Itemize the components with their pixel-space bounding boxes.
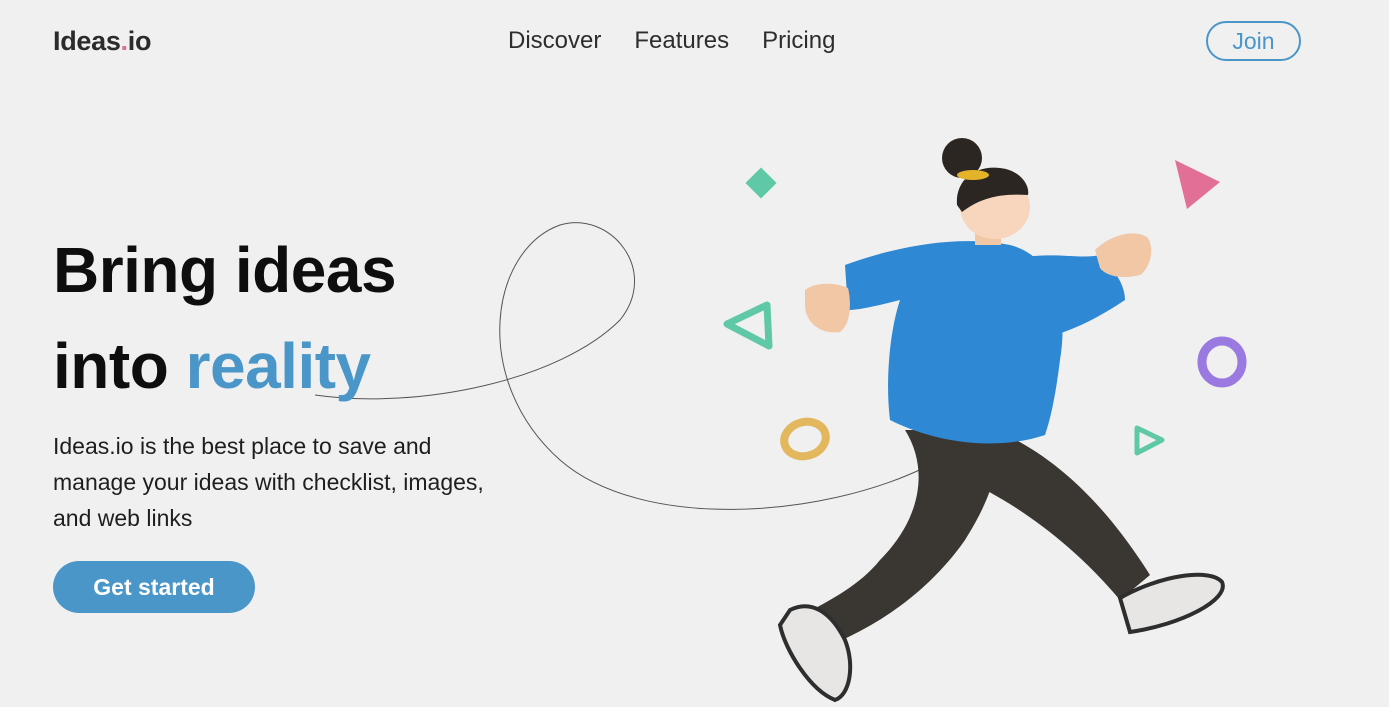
purple-ring-shape [1197, 336, 1247, 388]
join-button[interactable]: Join [1206, 21, 1301, 61]
headline-accent-word: reality [185, 330, 372, 402]
headline-line-1: Bring ideas [53, 234, 397, 306]
gold-ring-shape [780, 417, 830, 461]
pink-triangle-shape [1175, 160, 1220, 209]
logo-dot: . [120, 26, 129, 56]
headline-line-2-prefix: into [53, 330, 186, 402]
hero-headline: Bring ideas into reality [53, 222, 397, 414]
nav-discover-link[interactable]: Discover [508, 26, 601, 56]
small-teal-triangle-shape [1134, 425, 1165, 456]
hero-description: Ideas.io is the best place to save and m… [53, 433, 484, 531]
logo-suffix: io [127, 26, 152, 56]
main-nav: Discover Features Pricing [508, 26, 835, 56]
logo[interactable]: Ideas.io [53, 26, 151, 57]
teal-triangle-shape [723, 301, 773, 350]
logo-main: Ideas [53, 26, 121, 56]
nav-pricing-link[interactable]: Pricing [762, 26, 835, 56]
get-started-button[interactable]: Get started [53, 561, 255, 613]
nav-features-link[interactable]: Features [634, 26, 729, 56]
teal-diamond-shape [745, 167, 777, 199]
walking-person-figure [777, 138, 1225, 703]
